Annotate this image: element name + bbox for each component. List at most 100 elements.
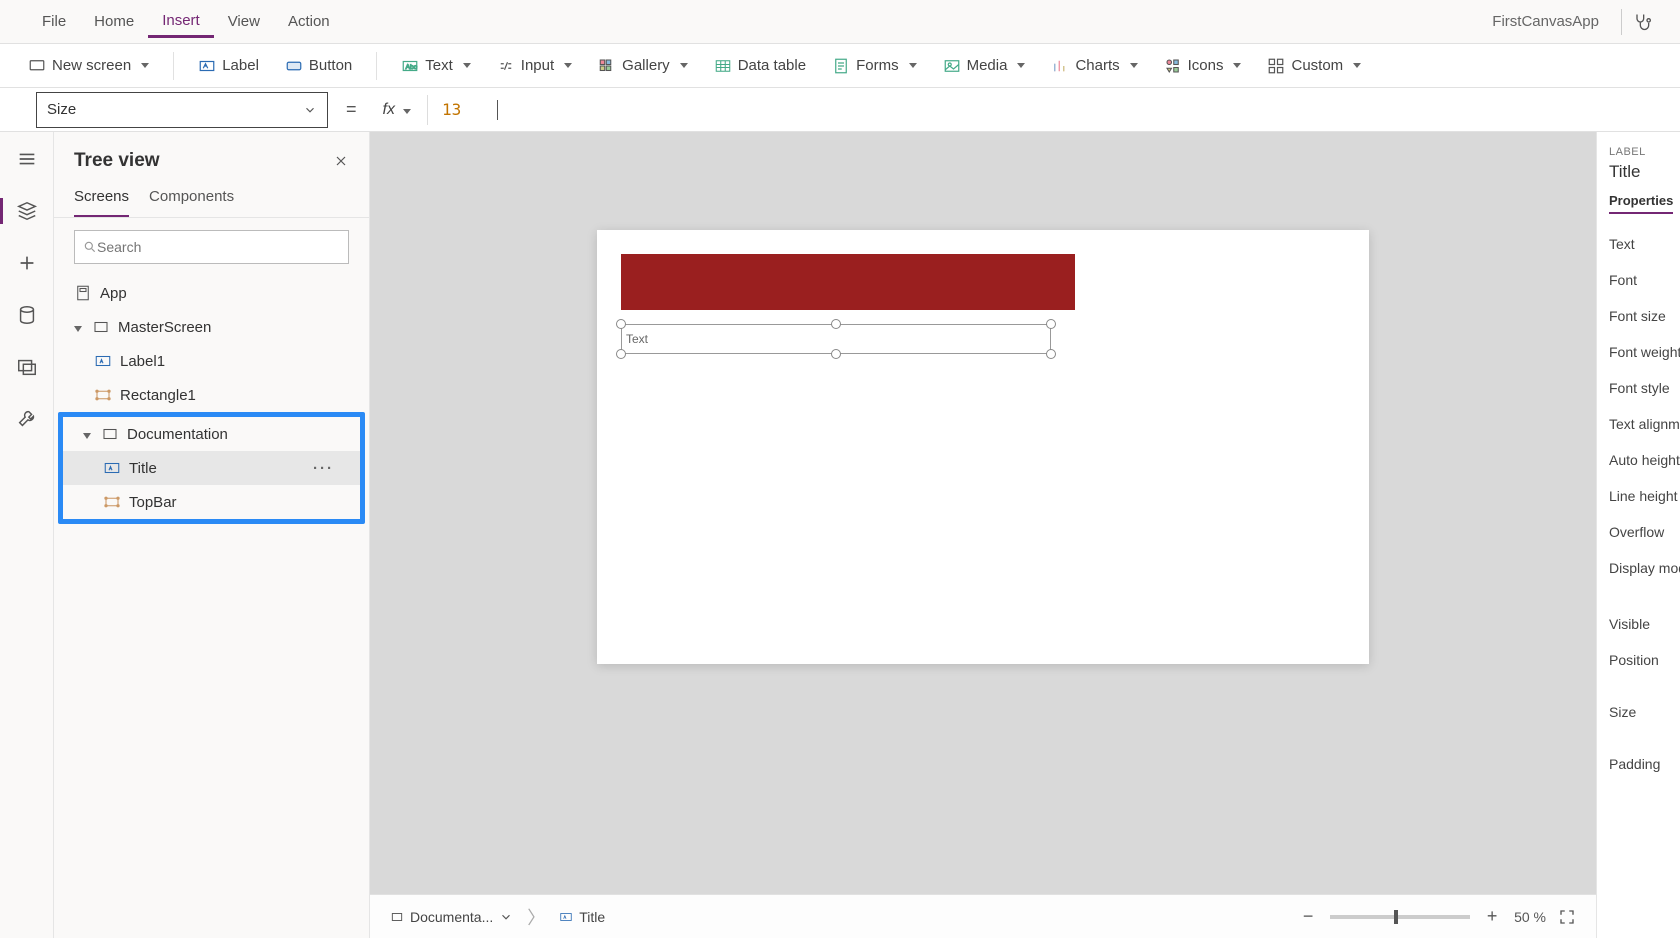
prop-row-fontsize[interactable]: Font size [1609,298,1680,334]
hamburger-icon[interactable] [16,148,38,170]
property-dropdown-value: Size [47,101,76,118]
tools-rail-icon[interactable] [16,408,38,430]
property-type-label: LABEL [1609,146,1680,158]
equals-label: = [328,99,375,120]
zoom-slider-thumb[interactable] [1394,910,1398,924]
insert-charts-button[interactable]: Charts [1043,53,1145,79]
prop-row-autoheight[interactable]: Auto height [1609,442,1680,478]
menu-home[interactable]: Home [80,7,148,36]
insert-button-button[interactable]: Button [277,53,360,79]
insert-media-button[interactable]: Media [935,53,1034,79]
insert-gallery-button[interactable]: Gallery [590,53,696,79]
media-rail-icon[interactable] [16,356,38,378]
prop-row-lineheight[interactable]: Line height [1609,478,1680,514]
canvas-area[interactable]: Text Documenta... 〉 Title − [370,132,1596,938]
insert-datatable-button[interactable]: Data table [706,53,814,79]
ribbon-separator [173,52,174,80]
prop-row-position[interactable]: Position [1609,642,1680,678]
menu-view[interactable]: View [214,7,274,36]
canvas-screen[interactable]: Text [597,230,1369,664]
prop-row-textalign[interactable]: Text alignme [1609,406,1680,442]
insert-forms-label: Forms [856,57,899,74]
insert-label-button[interactable]: Label [190,53,267,79]
chevron-down-icon[interactable] [499,910,513,924]
menu-action[interactable]: Action [274,7,344,36]
prop-row-overflow[interactable]: Overflow [1609,514,1680,550]
highlighted-group: Documentation Title ··· TopBar [58,412,365,524]
property-dropdown[interactable]: Size [36,92,328,128]
zoom-in-button[interactable]: + [1482,907,1502,927]
resize-handle-tm[interactable] [831,319,841,329]
zoom-slider[interactable] [1330,915,1470,919]
prop-row-font[interactable]: Font [1609,262,1680,298]
tree-node-label1[interactable]: Label1 [54,344,369,378]
canvas-title-label[interactable]: Text [621,324,1051,354]
fx-button[interactable]: fx [375,101,419,119]
insert-datatable-label: Data table [738,57,806,74]
prop-row-size[interactable]: Size [1609,694,1680,730]
prop-row-displaymode[interactable]: Display mod [1609,550,1680,586]
tree-view-title: Tree view [74,150,160,172]
menu-file[interactable]: File [28,7,80,36]
prop-row-text[interactable]: Text [1609,226,1680,262]
more-options-icon[interactable]: ··· [313,460,350,477]
breadcrumb-control[interactable]: Title [559,909,605,925]
resize-handle-br[interactable] [1046,349,1056,359]
fit-to-screen-icon[interactable] [1558,908,1576,926]
tree-node-documentation-label: Documentation [127,426,228,443]
data-rail-icon[interactable] [16,304,38,326]
left-rail [0,132,54,938]
search-field[interactable] [97,239,340,255]
resize-handle-tl[interactable] [616,319,626,329]
tree-node-rectangle1[interactable]: Rectangle1 [54,378,369,412]
tab-components[interactable]: Components [149,182,234,217]
insert-custom-button[interactable]: Custom [1259,53,1369,79]
chevron-down-icon [303,103,317,117]
chevron-down-icon[interactable] [74,319,84,336]
insert-text-label: Text [425,57,453,74]
canvas-topbar-rect[interactable] [621,254,1075,310]
resize-handle-bm[interactable] [831,349,841,359]
tree-node-title[interactable]: Title ··· [63,451,360,485]
insert-icons-button[interactable]: Icons [1156,53,1250,79]
insert-custom-label: Custom [1291,57,1343,74]
resize-handle-tr[interactable] [1046,319,1056,329]
tree-list: App MasterScreen Label1 Rectangle1 Docum… [54,276,369,938]
tree-view-icon[interactable] [16,200,38,222]
formula-value[interactable]: 13 [436,100,461,119]
close-icon[interactable] [333,153,349,169]
insert-rail-icon[interactable] [16,252,38,274]
prop-row-visible[interactable]: Visible [1609,606,1680,642]
tree-view-panel: Tree view Screens Components App Master [54,132,370,938]
tree-node-app[interactable]: App [54,276,369,310]
properties-tab[interactable]: Properties [1609,193,1673,214]
zoom-controls: − + 50 % [1298,907,1576,927]
chevron-down-icon[interactable] [83,426,93,443]
canvas-footer: Documenta... 〉 Title − + 50 % [370,894,1596,938]
prop-row-fontweight[interactable]: Font weight [1609,334,1680,370]
canvas-title-text: Text [626,332,648,346]
properties-panel: LABEL Title Properties Text Font Font si… [1596,132,1680,938]
search-input[interactable] [74,230,349,264]
prop-row-fontstyle[interactable]: Font style [1609,370,1680,406]
property-control-name: Title [1609,158,1680,192]
breadcrumb-screen[interactable]: Documenta... [390,909,513,925]
insert-label-text: Label [222,57,259,74]
zoom-out-button[interactable]: − [1298,907,1318,927]
tree-node-masterscreen[interactable]: MasterScreen [54,310,369,344]
resize-handle-bl[interactable] [616,349,626,359]
tree-node-topbar[interactable]: TopBar [63,485,360,519]
text-cursor [497,100,498,120]
new-screen-button[interactable]: New screen [20,53,157,79]
breadcrumb-control-label: Title [579,909,605,925]
insert-forms-button[interactable]: Forms [824,53,925,79]
insert-text-button[interactable]: Abc Text [393,53,479,79]
prop-row-padding[interactable]: Padding [1609,746,1680,782]
tree-node-documentation[interactable]: Documentation [63,417,360,451]
app-checker-icon[interactable] [1632,12,1652,32]
menu-insert[interactable]: Insert [148,6,214,38]
tab-screens[interactable]: Screens [74,182,129,217]
main-area: Tree view Screens Components App Master [0,132,1680,938]
tree-node-topbar-label: TopBar [129,494,177,511]
insert-input-button[interactable]: Input [489,53,580,79]
